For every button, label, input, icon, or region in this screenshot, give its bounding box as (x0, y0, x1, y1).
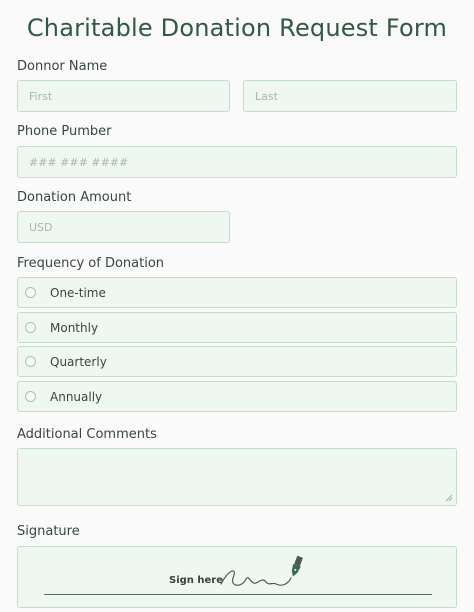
first-name-input[interactable] (18, 81, 229, 111)
resize-grip-icon[interactable] (445, 494, 453, 502)
phone-label: Phone Pumber (17, 124, 112, 139)
phone-input[interactable] (18, 147, 456, 177)
radio-label: Monthly (50, 320, 99, 335)
signature-label: Signature (17, 524, 80, 539)
donation-form-page: Charitable Donation Request Form Donnor … (0, 0, 474, 612)
radio-circle-icon[interactable] (25, 356, 36, 367)
radio-option-quarterly[interactable]: Quarterly (17, 346, 457, 377)
amount-input[interactable] (18, 212, 229, 242)
amount-label: Donation Amount (17, 190, 132, 205)
first-name-field[interactable] (17, 80, 230, 112)
comments-textarea[interactable] (18, 449, 456, 505)
radio-circle-icon[interactable] (25, 322, 36, 333)
signature-pad[interactable]: Sign here (17, 546, 457, 608)
name-label: Donnor Name (17, 59, 108, 74)
pen-signature-icon (220, 555, 303, 586)
frequency-label: Frequency of Donation (17, 256, 165, 271)
radio-option-one-time[interactable]: One-time (17, 277, 457, 308)
signature-line (44, 594, 432, 595)
amount-field[interactable] (17, 211, 230, 243)
comments-label: Additional Comments (17, 427, 157, 442)
signature-hint: Sign here (169, 575, 224, 586)
radio-option-monthly[interactable]: Monthly (17, 312, 457, 343)
radio-circle-icon[interactable] (25, 287, 36, 298)
radio-option-annually[interactable]: Annually (17, 381, 457, 412)
phone-field[interactable] (17, 146, 457, 178)
comments-field[interactable] (17, 448, 457, 506)
radio-label: One-time (50, 285, 106, 300)
page-title: Charitable Donation Request Form (26, 14, 448, 42)
radio-label: Annually (50, 389, 103, 404)
last-name-field[interactable] (243, 80, 457, 112)
radio-circle-icon[interactable] (25, 391, 36, 402)
last-name-input[interactable] (244, 81, 456, 111)
radio-label: Quarterly (50, 354, 107, 369)
